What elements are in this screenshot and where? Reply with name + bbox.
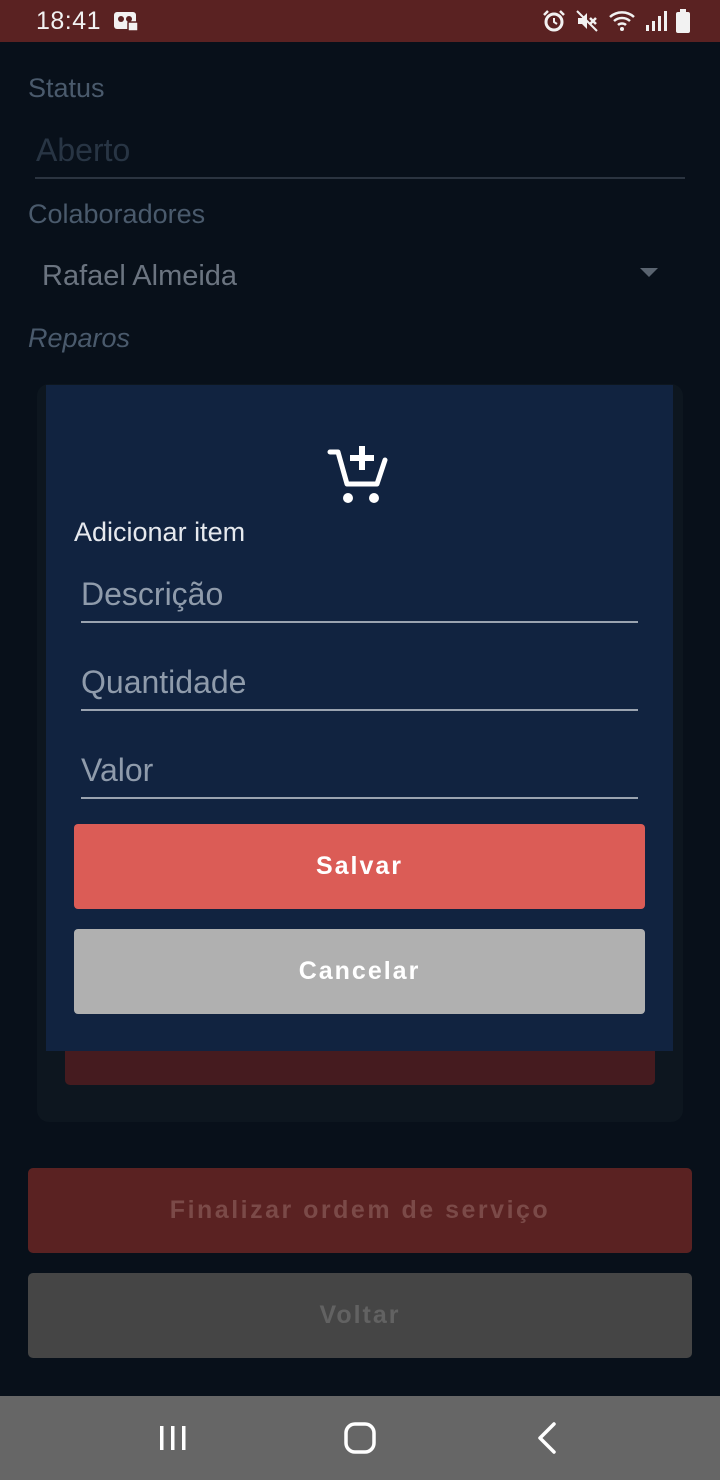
status-bar: 18:41 — [0, 0, 720, 42]
repairs-label: Reparos — [28, 323, 131, 353]
recent-apps-icon[interactable] — [158, 1424, 188, 1452]
status-field: Aberto — [36, 132, 131, 168]
signal-icon — [646, 11, 667, 31]
status-label: Status — [28, 73, 105, 103]
finalize-order-button[interactable]: Finalizar ordem de serviço — [28, 1168, 692, 1253]
back-icon[interactable] — [535, 1421, 559, 1455]
alarm-icon — [543, 10, 565, 32]
dialog-title: Adicionar item — [74, 517, 246, 547]
save-button[interactable]: Salvar — [74, 824, 645, 909]
collaborators-select[interactable]: Rafael Almeida — [42, 259, 237, 293]
battery-icon — [676, 9, 690, 33]
home-icon[interactable] — [343, 1421, 377, 1455]
description-input-underline — [81, 621, 638, 623]
collaborators-label: Colaboradores — [28, 199, 206, 229]
quantity-input-underline — [81, 709, 638, 711]
notification-app-icon — [114, 12, 139, 32]
status-field-underline — [35, 177, 685, 179]
add-to-cart-icon — [327, 446, 388, 503]
value-input-underline — [81, 797, 638, 799]
cancel-button[interactable]: Cancelar — [74, 929, 645, 1014]
quantity-input[interactable]: Quantidade — [81, 662, 246, 702]
dropdown-arrow-icon[interactable] — [640, 268, 658, 277]
value-input[interactable]: Valor — [81, 750, 153, 790]
back-button[interactable]: Voltar — [28, 1273, 692, 1358]
mute-icon — [576, 10, 598, 32]
description-input[interactable]: Descrição — [81, 574, 223, 614]
status-icons — [542, 8, 690, 34]
wifi-icon — [609, 11, 635, 31]
status-time: 18:41 — [36, 7, 102, 35]
